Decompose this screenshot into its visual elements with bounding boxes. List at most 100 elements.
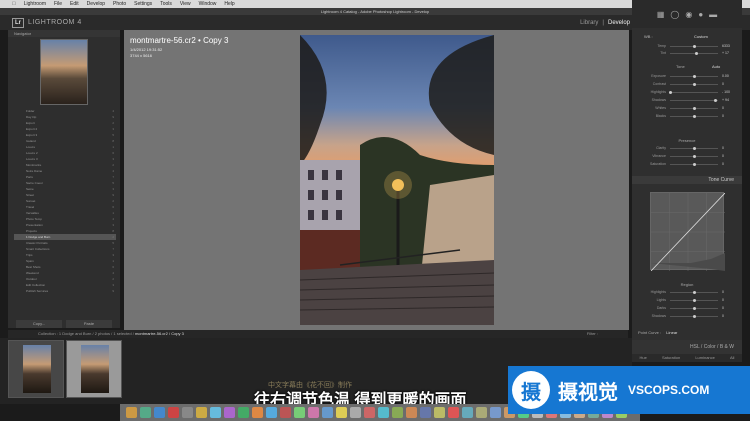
- dock-app-icon[interactable]: [476, 407, 487, 418]
- slider-track[interactable]: [670, 52, 718, 55]
- dock-app-icon[interactable]: [434, 407, 445, 418]
- dock-app-icon[interactable]: [140, 407, 151, 418]
- slider-knob[interactable]: [692, 155, 696, 158]
- slider-knob[interactable]: [692, 83, 696, 86]
- dock-app-icon[interactable]: [322, 407, 333, 418]
- slider-knob[interactable]: [692, 291, 696, 294]
- slider-knob[interactable]: [692, 115, 696, 118]
- slider-highlights[interactable]: Highlights 0: [638, 290, 738, 296]
- apple-icon[interactable]: : [12, 1, 16, 7]
- dock-app-icon[interactable]: [490, 407, 501, 418]
- module-library[interactable]: Library: [580, 20, 598, 26]
- slider-knob[interactable]: [714, 99, 718, 102]
- menu-photo[interactable]: Photo: [113, 1, 126, 7]
- menu-help[interactable]: Help: [224, 1, 234, 7]
- slider-track[interactable]: [670, 147, 718, 150]
- slider-tint[interactable]: Tint + 17: [638, 51, 738, 57]
- hsl-tab-hue[interactable]: Hue: [640, 354, 647, 362]
- wb-dropdown[interactable]: Custom: [694, 34, 708, 39]
- folder-item[interactable]: Publish Services 9: [14, 288, 116, 294]
- dock-app-icon[interactable]: [238, 407, 249, 418]
- hsl-header[interactable]: HSL / Color / B & W: [632, 340, 742, 354]
- slider-saturation[interactable]: Saturation 0: [638, 162, 738, 168]
- main-photo[interactable]: [300, 35, 494, 325]
- slider-shadows[interactable]: Shadows + 94: [638, 98, 738, 104]
- slider-knob[interactable]: [692, 299, 696, 302]
- dock-app-icon[interactable]: [154, 407, 165, 418]
- slider-value[interactable]: + 17: [722, 51, 729, 55]
- slider-value[interactable]: 0: [722, 146, 724, 150]
- dock-app-icon[interactable]: [364, 407, 375, 418]
- slider-track[interactable]: [670, 83, 718, 86]
- slider-blacks[interactable]: Blacks 0: [638, 114, 738, 120]
- slider-value[interactable]: 6333: [722, 44, 730, 48]
- slider-darks[interactable]: Darks 0: [638, 306, 738, 312]
- slider-highlights[interactable]: Highlights - 100: [638, 90, 738, 96]
- menu-app-name[interactable]: Lightroom: [24, 1, 46, 7]
- module-develop[interactable]: Develop: [608, 20, 630, 26]
- crop-tool-icon[interactable]: ◯: [670, 10, 679, 19]
- slider-value[interactable]: - 100: [722, 90, 730, 94]
- dock-app-icon[interactable]: [182, 407, 193, 418]
- dock-app-icon[interactable]: [168, 407, 179, 418]
- navigator-preview[interactable]: [40, 39, 88, 105]
- dock-app-icon[interactable]: [252, 407, 263, 418]
- spot-removal-icon[interactable]: ◉: [685, 10, 692, 19]
- slider-knob[interactable]: [692, 107, 696, 110]
- slider-value[interactable]: + 94: [722, 98, 729, 102]
- auto-tone-button[interactable]: Auto: [712, 64, 720, 69]
- slider-track[interactable]: [670, 307, 718, 310]
- filmstrip-filter-label[interactable]: Filter :: [587, 330, 598, 338]
- hsl-tab-saturation[interactable]: Saturation: [662, 354, 680, 362]
- slider-track[interactable]: [670, 45, 718, 48]
- dock-app-icon[interactable]: [462, 407, 473, 418]
- dock-app-icon[interactable]: [210, 407, 221, 418]
- slider-shadows[interactable]: Shadows 0: [638, 314, 738, 320]
- adjustment-brush-icon[interactable]: ▬: [709, 10, 717, 19]
- slider-knob[interactable]: [695, 52, 699, 55]
- slider-value[interactable]: 0: [722, 82, 724, 86]
- slider-track[interactable]: [670, 315, 718, 318]
- dock-app-icon[interactable]: [448, 407, 459, 418]
- slider-value[interactable]: 0: [722, 114, 724, 118]
- dock-app-icon[interactable]: [266, 407, 277, 418]
- slider-knob[interactable]: [669, 91, 673, 94]
- dock-app-icon[interactable]: [126, 407, 137, 418]
- slider-contrast[interactable]: Contrast 0: [638, 82, 738, 88]
- hsl-tab-all[interactable]: All: [730, 354, 734, 362]
- slider-value[interactable]: 0: [722, 298, 724, 302]
- slider-track[interactable]: [669, 91, 718, 94]
- tone-curve-graph[interactable]: [650, 192, 726, 272]
- slider-knob[interactable]: [692, 147, 696, 150]
- point-curve-select[interactable]: Linear: [666, 330, 677, 335]
- filmstrip-path[interactable]: Collection : 1 Dodge and Burn / 2 photos…: [38, 331, 134, 336]
- paste-settings-button[interactable]: Paste: [66, 320, 112, 328]
- slider-track[interactable]: [670, 115, 718, 118]
- dock-app-icon[interactable]: [196, 407, 207, 418]
- slider-track[interactable]: [670, 291, 718, 294]
- slider-clarity[interactable]: Clarity 0: [638, 146, 738, 152]
- film-thumb-selected[interactable]: [66, 340, 122, 398]
- slider-value[interactable]: 0: [722, 290, 724, 294]
- slider-knob[interactable]: [692, 75, 696, 78]
- film-thumb[interactable]: [8, 340, 64, 398]
- slider-value[interactable]: 0: [722, 314, 724, 318]
- hsl-tab-luminance[interactable]: Luminance: [695, 354, 715, 362]
- slider-vibrance[interactable]: Vibrance 0: [638, 154, 738, 160]
- dock-app-icon[interactable]: [294, 407, 305, 418]
- slider-track[interactable]: [670, 163, 718, 166]
- menu-edit[interactable]: Edit: [70, 1, 79, 7]
- dock-app-icon[interactable]: [406, 407, 417, 418]
- slider-value[interactable]: 0.00: [722, 74, 729, 78]
- menu-file[interactable]: File: [54, 1, 62, 7]
- menu-view[interactable]: View: [180, 1, 191, 7]
- slider-exposure[interactable]: Exposure 0.00: [638, 74, 738, 80]
- slider-whites[interactable]: Whites 0: [638, 106, 738, 112]
- slider-value[interactable]: 0: [722, 154, 724, 158]
- slider-lights[interactable]: Lights 0: [638, 298, 738, 304]
- slider-track[interactable]: [670, 75, 718, 78]
- menu-tools[interactable]: Tools: [160, 1, 172, 7]
- slider-knob[interactable]: [692, 163, 696, 166]
- tone-curve-header[interactable]: Tone Curve: [632, 176, 742, 184]
- dock-app-icon[interactable]: [392, 407, 403, 418]
